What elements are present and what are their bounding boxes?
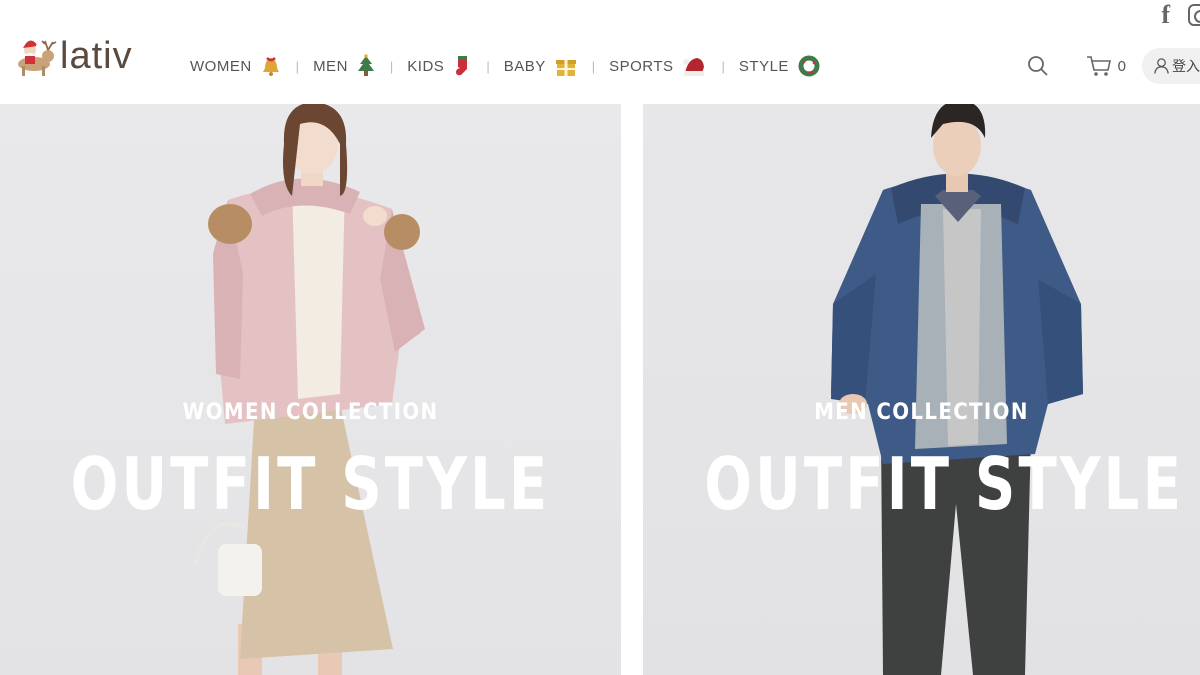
cart-button[interactable]: 0 (1086, 55, 1126, 77)
search-button[interactable] (1018, 46, 1058, 86)
nav-item-label: BABY (503, 57, 546, 75)
reindeer-santa-icon (18, 40, 57, 76)
nav-item-label: SPORTS (609, 57, 674, 75)
nav-item-label: STYLE (738, 57, 789, 75)
header-tools: 0 登入 (1018, 46, 1200, 86)
site-header: f lativ WOMEN | MEN | KIDS | BABY | SPOR… (0, 0, 1200, 104)
nav-item-label: MEN (313, 57, 348, 75)
nav-item-baby[interactable]: BABY (504, 54, 578, 78)
banner-title: OUTFIT STYLE (704, 442, 1185, 526)
user-icon (1154, 58, 1169, 74)
brand-wordmark: lativ (60, 35, 133, 77)
christmas-tree-icon (357, 54, 374, 76)
main-nav: WOMEN | MEN | KIDS | BABY | SPORTS | STY… (190, 50, 821, 82)
banner-title: OUTFIT STYLE (70, 442, 551, 526)
wreath-icon (798, 55, 820, 77)
banner-women-collection[interactable]: WOMEN COLLECTION OUTFIT STYLE (0, 104, 621, 675)
search-icon (1027, 56, 1048, 76)
nav-separator: | (591, 58, 596, 74)
nav-separator: | (295, 58, 300, 74)
nav-item-kids[interactable]: KIDS (407, 54, 472, 78)
facebook-icon[interactable]: f (1161, 2, 1170, 28)
cart-icon (1086, 56, 1111, 76)
santa-hat-icon (682, 58, 704, 76)
brand-logo[interactable]: lativ (8, 28, 133, 78)
nav-separator: | (389, 58, 394, 74)
nav-item-label: WOMEN (190, 57, 252, 75)
login-label: 登入 (1172, 58, 1200, 74)
login-button[interactable]: 登入 (1142, 48, 1200, 84)
cart-count: 0 (1117, 57, 1126, 75)
banner-subtitle: WOMEN COLLECTION (182, 400, 439, 425)
men-model-image (831, 104, 1083, 675)
nav-item-women[interactable]: WOMEN (190, 55, 282, 77)
gift-icon (555, 60, 576, 76)
nav-item-label: KIDS (407, 57, 445, 75)
nav-item-men[interactable]: MEN (313, 54, 376, 78)
stocking-icon (456, 56, 468, 76)
banner-men-collection[interactable]: MEN COLLECTION OUTFIT STYLE (643, 104, 1200, 675)
nav-item-style[interactable]: STYLE (739, 54, 821, 78)
nav-item-sports[interactable]: SPORTS (609, 55, 707, 77)
instagram-icon[interactable] (1188, 4, 1200, 26)
nav-separator: | (486, 58, 490, 74)
women-model-image (194, 104, 425, 675)
social-links: f (1161, 2, 1200, 28)
nav-separator: | (721, 58, 725, 74)
bell-icon (262, 57, 279, 76)
banner-subtitle: MEN COLLECTION (814, 400, 1029, 425)
